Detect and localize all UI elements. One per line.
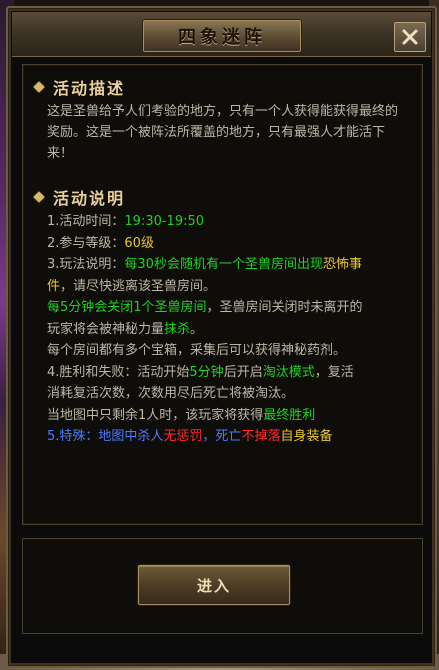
rule5-no-drop: 不掉落	[241, 429, 281, 444]
rule4-final-win: 最终胜利	[263, 407, 316, 423]
rule4-revive: ，复活	[314, 364, 354, 380]
diamond-bullet-icon	[33, 81, 45, 93]
diamond-bullet-icon	[33, 191, 45, 203]
rule-3-line2: 件，请尽快逃离该圣兽房间。	[47, 276, 417, 298]
rule4-open: 后开启	[223, 364, 263, 380]
title-bar: 四象迷阵	[12, 12, 431, 57]
rule4-elim-mode: 淘汰模式	[262, 364, 315, 380]
title-plate: 四象迷阵	[143, 20, 301, 52]
rule3-escape: ，请尽快逃离该圣兽房间。	[60, 278, 217, 294]
rule3-close: 每5分钟会关闭1个圣兽房间	[47, 300, 207, 315]
rule3-event: 每30秒会随机有一个圣兽房间出现	[124, 257, 323, 272]
level-value: 60级	[124, 235, 154, 251]
enter-button[interactable]: 进入	[138, 565, 290, 605]
rule3-horror-end: 件	[47, 278, 61, 294]
rule4-revive-desc: 消耗复活次数，次数用尽后死亡将被淘汰。	[47, 386, 295, 401]
rule3-chests: 每个房间都有多个宝箱，采集后可以获得神秘药剂。	[47, 343, 347, 358]
rule3-kill: 抹杀	[164, 321, 191, 337]
rule-3-line1: 3.玩法说明：每30秒会随机有一个圣兽房间出现恐怖事	[47, 254, 417, 276]
content-panel: 活动描述 这是圣兽给予人们考验的地方，只有一个人获得能获得最终的奖励。这是一个被…	[22, 64, 423, 525]
rule5-death: ，死亡	[202, 429, 242, 444]
rule3-mystic: 玩家将会被神秘力量	[47, 321, 165, 337]
rule4-label: 4.胜利和失败：活动开始	[47, 364, 190, 380]
section-heading-description: 活动描述	[33, 75, 126, 99]
rule3-label: 3.玩法说明：	[47, 257, 125, 272]
rule3-close-desc: ，圣兽房间关闭时未离开的	[206, 300, 363, 315]
description-heading-text: 活动描述	[53, 79, 126, 98]
rule4-minutes: 5分钟	[189, 364, 224, 380]
close-button[interactable]	[394, 22, 426, 52]
section-heading-instructions: 活动说明	[33, 185, 126, 209]
rule-3-line5: 每个房间都有多个宝箱，采集后可以获得神秘药剂。	[47, 340, 417, 362]
rule4-last-one: 当地图中只剩余1人时，该玩家将获得	[47, 407, 264, 423]
description-text: 这是圣兽给予人们考验的地方，只有一个人获得能获得最终的奖励。这是一个被阵法所覆盖…	[47, 104, 399, 161]
instructions-list: 1.活动时间：19:30-19:50 2.参与等级：60级 3.玩法说明：每30…	[47, 211, 417, 448]
rule-5: 5.特殊：地图中杀人无惩罚，死亡不掉落自身装备	[47, 426, 417, 448]
close-icon	[402, 29, 418, 45]
rule-4-line3: 当地图中只剩余1人时，该玩家将获得最终胜利	[47, 405, 417, 427]
rule5-label: 5.特殊：地图中杀人	[47, 429, 164, 444]
rule5-no-penalty: 无惩罚	[163, 429, 203, 444]
rule-4-line2: 消耗复活次数，次数用尽后死亡将被淘汰。	[47, 383, 417, 405]
rule5-equipment: 自身装备	[280, 429, 333, 444]
rule3-period: 。	[190, 321, 204, 337]
instructions-heading-text: 活动说明	[53, 189, 126, 208]
rule-4-line1: 4.胜利和失败：活动开始5分钟后开启淘汰模式，复活	[47, 362, 417, 384]
rule-time: 1.活动时间：19:30-19:50	[47, 211, 417, 233]
time-value: 19:30-19:50	[124, 214, 205, 229]
window-title: 四象迷阵	[178, 27, 266, 48]
level-label: 2.参与等级：	[47, 235, 125, 251]
rule-3-line4: 玩家将会被神秘力量抹杀。	[47, 319, 417, 341]
rule3-horror: 恐怖事	[322, 257, 362, 272]
rule-3-line3: 每5分钟会关闭1个圣兽房间，圣兽房间关闭时未离开的	[47, 297, 417, 319]
rule-level: 2.参与等级：60级	[47, 233, 417, 255]
time-label: 1.活动时间：	[47, 214, 125, 229]
